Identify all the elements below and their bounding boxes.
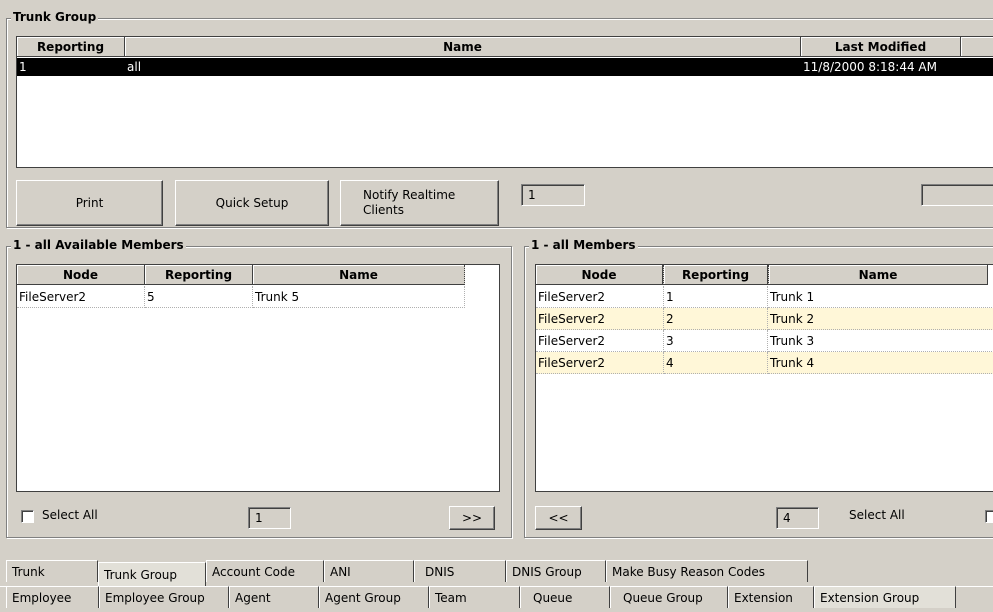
members-select-all-checkbox[interactable] (985, 510, 993, 523)
tab-dnis-group[interactable]: DNIS Group (506, 560, 606, 582)
cell-name: Trunk 3 (768, 330, 993, 352)
trunk-group-count-field[interactable] (921, 184, 993, 206)
column-header-filler (961, 37, 993, 57)
table-row[interactable]: FileServer2 2 Trunk 2 (536, 308, 993, 330)
tab-ani[interactable]: ANI (324, 560, 414, 582)
column-header-node[interactable]: Node (536, 265, 663, 285)
cell-name: Trunk 1 (768, 286, 993, 308)
column-header-last-modified[interactable]: Last Modified (801, 37, 961, 57)
tab-trunk-group[interactable]: Trunk Group (98, 562, 206, 586)
column-header-name[interactable]: Name (125, 37, 801, 57)
cell-name: Trunk 4 (768, 352, 993, 374)
column-header-reporting[interactable]: Reporting (17, 37, 125, 57)
members-select-all-label[interactable]: Select All (849, 508, 905, 522)
column-header-name[interactable]: Name (768, 265, 988, 285)
members-grid[interactable]: Node Reporting Name FileServer2 1 Trunk … (535, 264, 993, 492)
cell-node: FileServer2 (536, 352, 664, 374)
members-title: 1 - all Members (529, 238, 638, 252)
cell-filler (961, 58, 993, 76)
trunk-group-page-field[interactable]: 1 (521, 184, 585, 206)
table-row[interactable]: FileServer2 1 Trunk 1 (536, 286, 993, 308)
members-count-field[interactable]: 4 (776, 507, 819, 529)
table-row[interactable]: FileServer2 5 Trunk 5 (17, 286, 465, 308)
quick-setup-button[interactable]: Quick Setup (175, 180, 329, 226)
cell-name: all (125, 58, 801, 76)
tab-team[interactable]: Team (429, 586, 520, 608)
available-count-field[interactable]: 1 (248, 507, 291, 529)
move-right-button[interactable]: >> (449, 506, 495, 530)
notify-label: Notify Realtime Clients (363, 188, 456, 217)
tab-employee-group[interactable]: Employee Group (99, 586, 229, 608)
tab-agent[interactable]: Agent (229, 586, 319, 608)
table-row[interactable]: FileServer2 3 Trunk 3 (536, 330, 993, 352)
column-header-node[interactable]: Node (17, 265, 145, 285)
table-row[interactable]: 1 all 11/8/2000 8:18:44 AM (17, 58, 993, 78)
notify-realtime-clients-button[interactable]: Notify Realtime Clients (340, 180, 499, 226)
tab-extension[interactable]: Extension (728, 586, 814, 608)
cell-name: Trunk 5 (253, 286, 465, 308)
tab-queue[interactable]: Queue (520, 586, 610, 608)
tab-extension-group[interactable]: Extension Group (814, 586, 956, 608)
tab-account-code[interactable]: Account Code (206, 560, 324, 582)
cell-node: FileServer2 (536, 308, 664, 330)
available-members-grid[interactable]: Node Reporting Name FileServer2 5 Trunk … (16, 264, 500, 492)
cell-last-modified: 11/8/2000 8:18:44 AM (801, 58, 961, 76)
cell-node: FileServer2 (17, 286, 145, 308)
tab-trunk[interactable]: Trunk (6, 560, 98, 582)
cell-reporting: 1 (17, 58, 125, 76)
tab-agent-group[interactable]: Agent Group (319, 586, 429, 608)
move-left-button[interactable]: << (535, 506, 582, 530)
print-button[interactable]: Print (16, 180, 163, 226)
available-select-all-checkbox[interactable] (21, 510, 34, 523)
column-header-name[interactable]: Name (253, 265, 465, 285)
tab-queue-group[interactable]: Queue Group (610, 586, 728, 608)
column-header-reporting[interactable]: Reporting (145, 265, 253, 285)
cell-node: FileServer2 (536, 330, 664, 352)
available-members-title: 1 - all Available Members (11, 238, 186, 252)
cell-node: FileServer2 (536, 286, 664, 308)
cell-reporting: 4 (664, 352, 768, 374)
trunk-group-title: Trunk Group (11, 10, 99, 24)
cell-reporting: 1 (664, 286, 768, 308)
table-row[interactable]: FileServer2 4 Trunk 4 (536, 352, 993, 374)
tab-employee[interactable]: Employee (6, 586, 99, 608)
cell-reporting: 3 (664, 330, 768, 352)
trunk-group-grid[interactable]: Reporting Name Last Modified 1 all 11/8/… (16, 36, 993, 168)
available-select-all-label[interactable]: Select All (42, 508, 98, 522)
cell-reporting: 2 (664, 308, 768, 330)
column-header-reporting[interactable]: Reporting (663, 265, 768, 285)
cell-name: Trunk 2 (768, 308, 993, 330)
cell-reporting: 5 (145, 286, 253, 308)
tab-dnis[interactable]: DNIS (414, 560, 506, 582)
tab-make-busy-reason-codes[interactable]: Make Busy Reason Codes (606, 560, 808, 582)
